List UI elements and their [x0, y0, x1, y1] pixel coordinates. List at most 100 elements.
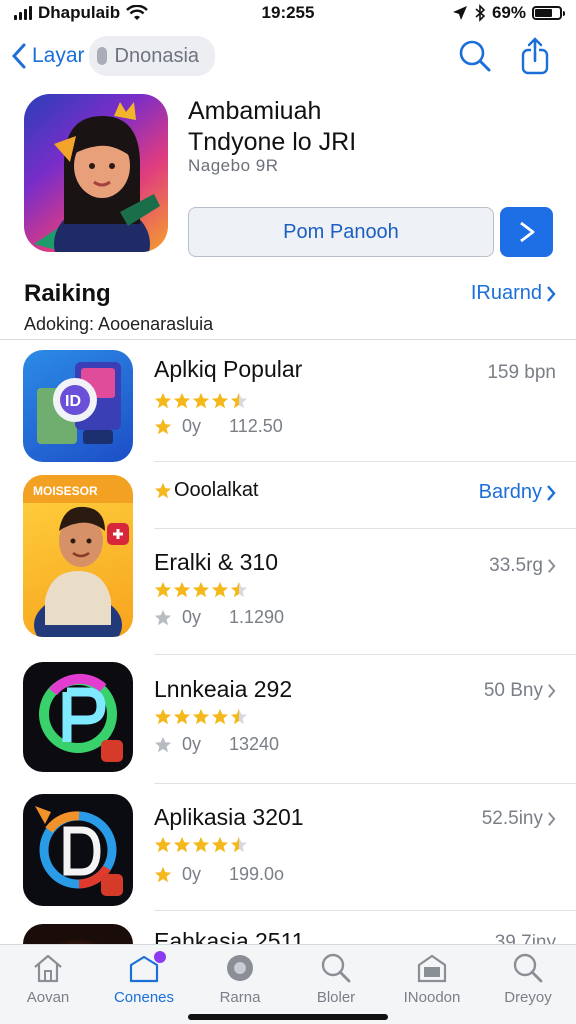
search-icon[interactable]	[458, 39, 492, 73]
search-icon	[321, 953, 351, 983]
app-count: 199.0o	[229, 864, 285, 884]
list-item[interactable]: Aplikasia 3201 52.5iny 0y 199.0o	[0, 794, 576, 906]
list-item[interactable]: MOISESOR Ooolalkat Bardny Eralki & 310 3…	[0, 475, 576, 637]
app-banner-text: Ooolalkat	[174, 479, 259, 501]
tab-label: Dreyoy	[504, 989, 552, 1006]
star-rating	[154, 708, 248, 726]
list-item[interactable]: Eahkasia 2511 39.7iny	[0, 924, 576, 944]
app-banner-link-label: Bardny	[478, 481, 542, 503]
star-icon	[173, 836, 191, 853]
star-icon	[173, 392, 191, 409]
star-icon	[230, 836, 248, 853]
tab-arcade[interactable]: INoodon	[384, 945, 480, 1024]
app-banner-link[interactable]: Bardny	[479, 481, 556, 504]
star-icon	[154, 736, 172, 752]
section-title: Raiking	[24, 280, 111, 307]
app-sub-line: 0y 112.50	[154, 416, 283, 437]
share-icon[interactable]	[520, 37, 550, 75]
see-all-link[interactable]: IRuarnd	[471, 282, 556, 305]
featured-app-subtitle: Nagebo 9R	[188, 156, 279, 175]
chevron-right-icon	[548, 559, 556, 573]
star-rating	[154, 581, 248, 599]
app-name: Aplikasia 3201	[154, 804, 304, 830]
app-icon-label: MOISESOR	[33, 484, 98, 498]
chevron-left-icon	[12, 43, 26, 69]
app-meta-text: 33.5rg	[489, 555, 543, 576]
star-icon	[154, 708, 172, 725]
app-meta: 39.7iny	[494, 932, 556, 944]
star-icon	[230, 581, 248, 598]
get-button[interactable]: Pom Panooh	[188, 207, 494, 257]
star-icon	[211, 708, 229, 725]
app-name: Lnnkeaia 292	[154, 676, 293, 702]
row-divider	[154, 783, 576, 784]
list-item[interactable]: ID Aplkiq Popular 159 bpn 0y 112.50	[0, 350, 576, 462]
nav-bar: Layar Dnonasia	[0, 32, 576, 80]
app-icon	[23, 662, 133, 772]
row-divider	[154, 654, 576, 655]
svg-text:ID: ID	[65, 393, 81, 410]
tab-discover[interactable]: Dreyoy	[480, 945, 576, 1024]
star-icon	[154, 609, 172, 625]
play-button[interactable]	[500, 207, 553, 257]
app-sub-label: 0y	[182, 416, 202, 436]
back-label: Layar	[32, 44, 85, 67]
battery-icon	[532, 6, 565, 20]
featured-app-title: Ambamiuah Tndyone lo JRI	[188, 96, 356, 158]
back-button[interactable]: Layar	[12, 43, 85, 69]
tab-search[interactable]: Bloler	[288, 945, 384, 1024]
carrier-label: Dhapulaib	[38, 3, 121, 22]
star-icon	[230, 708, 248, 725]
status-bar: Dhapulaib 19:255 69%	[0, 0, 576, 26]
ranking-section-header: Raiking IRuarnd Adoking: Aooenarasluia	[0, 280, 576, 338]
arcade-icon	[417, 954, 447, 983]
featured-app-title-line1: Ambamiuah	[188, 97, 322, 125]
app-sub-line: 0y 199.0o	[154, 864, 284, 885]
section-divider	[0, 339, 576, 340]
app-count: 1.1290	[229, 607, 285, 627]
app-icon: MOISESOR	[23, 475, 133, 637]
row-divider	[154, 461, 576, 462]
app-name: Aplkiq Popular	[154, 356, 303, 382]
app-count: 13240	[229, 734, 280, 754]
tab-apps[interactable]: Conenes	[96, 945, 192, 1024]
search-field-icon	[96, 47, 107, 65]
featured-app-icon[interactable]	[24, 94, 168, 252]
star-icon	[192, 392, 210, 409]
search-field[interactable]: Dnonasia	[88, 36, 216, 76]
notification-badge	[154, 951, 166, 963]
star-icon	[173, 581, 191, 598]
star-icon	[192, 708, 210, 725]
star-icon	[154, 836, 172, 853]
star-icon	[230, 392, 248, 409]
app-icon	[23, 794, 133, 906]
star-icon	[154, 866, 172, 882]
app-sub-label: 0y	[182, 864, 202, 884]
tab-label: Conenes	[113, 989, 175, 1006]
app-sub-line: 0y 1.1290	[154, 607, 284, 628]
battery-percent: 69%	[491, 3, 526, 22]
tab-label: INoodon	[403, 989, 461, 1006]
row-divider	[154, 910, 576, 911]
star-icon	[173, 708, 191, 725]
wifi-icon	[126, 5, 149, 20]
list-item[interactable]: Lnnkeaia 292 50 Bny 0y 13240	[0, 662, 576, 772]
tab-games[interactable]: Rarna	[192, 945, 288, 1024]
chevron-right-icon	[547, 484, 556, 501]
star-rating	[154, 836, 248, 854]
signal-icon	[14, 6, 32, 20]
star-icon	[154, 581, 172, 598]
featured-app-title-line2: Tndyone lo JRI	[188, 128, 357, 156]
star-icon	[154, 418, 172, 434]
star-icon	[192, 836, 210, 853]
app-meta: 33.5rg	[489, 555, 556, 577]
tab-today[interactable]: Aovan	[0, 945, 96, 1024]
location-arrow-icon	[452, 6, 467, 20]
tab-label: Aovan	[26, 989, 70, 1006]
app-sub-label: 0y	[182, 734, 202, 754]
app-banner: Ooolalkat	[154, 479, 259, 502]
star-rating	[154, 392, 248, 410]
app-count: 112.50	[229, 416, 283, 436]
bluetooth-icon	[475, 4, 486, 22]
star-icon	[154, 482, 172, 498]
